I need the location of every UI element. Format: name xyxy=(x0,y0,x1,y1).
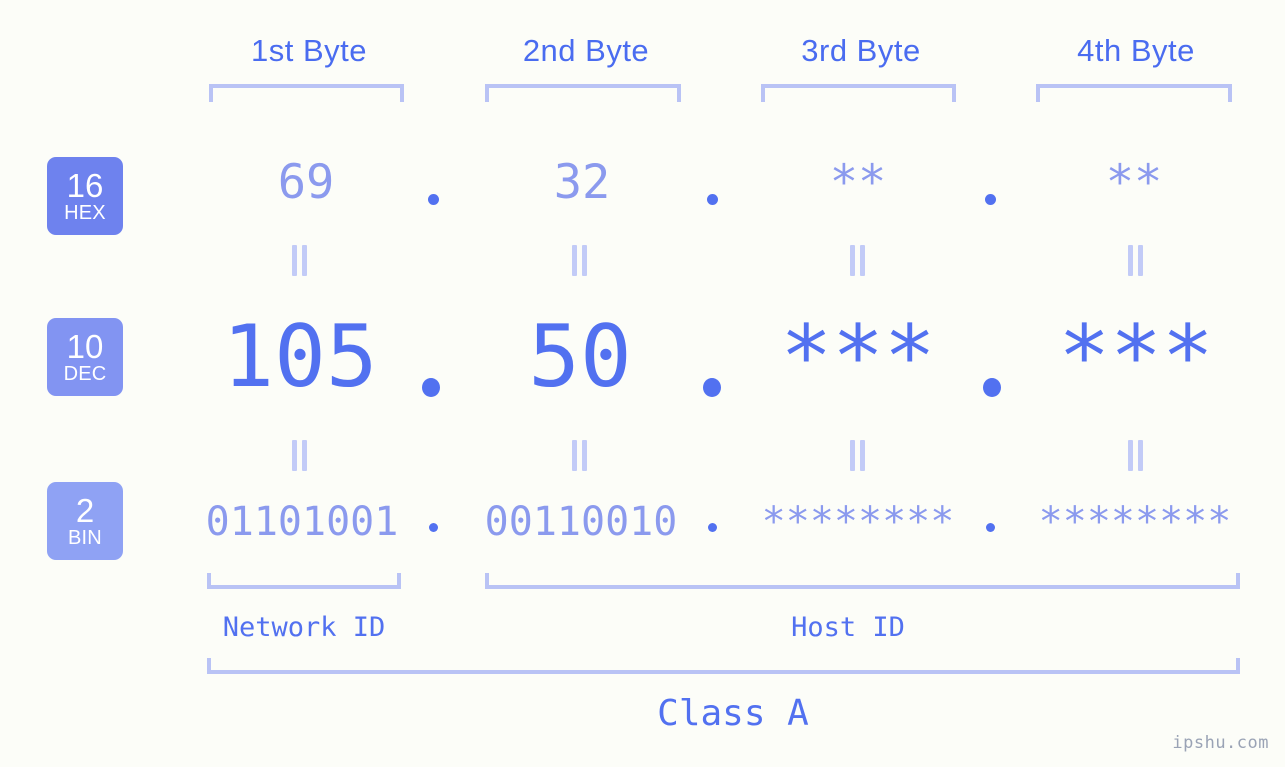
byte-bracket-1 xyxy=(209,84,404,102)
base-badge-hex-number: 16 xyxy=(66,166,104,204)
bin-dot-separator-1 xyxy=(429,523,438,532)
class-bracket xyxy=(207,658,1240,674)
byte-header-2: 2nd Byte xyxy=(522,33,650,68)
watermark: ipshu.com xyxy=(1172,733,1269,753)
base-badge-bin-name: BIN xyxy=(68,526,102,549)
bin-byte-3: ******** xyxy=(761,499,955,545)
hex-byte-3: ** xyxy=(829,155,887,210)
hex-byte-4: ** xyxy=(1105,155,1163,210)
equals-icon-hex-dec-3 xyxy=(850,245,866,276)
byte-bracket-4 xyxy=(1036,84,1232,102)
host-id-label: Host ID xyxy=(791,612,905,643)
equals-icon-dec-bin-2 xyxy=(572,440,588,471)
equals-icon-dec-bin-1 xyxy=(292,440,308,471)
dec-dot-separator-2 xyxy=(703,378,721,397)
byte-header-1: 1st Byte xyxy=(251,33,367,68)
hex-dot-separator-2 xyxy=(707,194,718,205)
bin-dot-separator-2 xyxy=(708,523,717,532)
hex-byte-1: 69 xyxy=(277,155,335,210)
dec-byte-3: *** xyxy=(780,307,936,407)
bin-byte-2: 00110010 xyxy=(484,499,678,545)
byte-header-4: 4th Byte xyxy=(1077,33,1195,68)
base-badge-dec-number: 10 xyxy=(66,327,104,365)
dec-byte-1: 105 xyxy=(222,307,378,407)
class-label: Class A xyxy=(657,693,809,734)
equals-icon-dec-bin-3 xyxy=(850,440,866,471)
dec-dot-separator-3 xyxy=(983,378,1001,397)
ip-byte-diagram: 1st Byte 2nd Byte 3rd Byte 4th Byte 16 H… xyxy=(0,0,1285,767)
byte-bracket-2 xyxy=(485,84,681,102)
hex-byte-2: 32 xyxy=(553,155,611,210)
host-id-bracket xyxy=(485,573,1240,589)
hex-dot-separator-1 xyxy=(428,194,439,205)
dec-byte-4: *** xyxy=(1058,307,1214,407)
byte-header-3: 3rd Byte xyxy=(801,33,921,68)
base-badge-dec-name: DEC xyxy=(63,362,107,385)
network-id-bracket xyxy=(207,573,401,589)
base-badge-hex: 16 HEX xyxy=(47,157,123,235)
equals-icon-hex-dec-1 xyxy=(292,245,308,276)
base-badge-hex-name: HEX xyxy=(64,201,106,224)
dec-byte-2: 50 xyxy=(528,307,632,407)
network-id-label: Network ID xyxy=(222,612,386,643)
dec-dot-separator-1 xyxy=(422,378,440,397)
bin-dot-separator-3 xyxy=(986,523,995,532)
bin-byte-4: ******** xyxy=(1038,499,1232,545)
hex-dot-separator-3 xyxy=(985,194,996,205)
base-badge-bin: 2 BIN xyxy=(47,482,123,560)
byte-bracket-3 xyxy=(761,84,956,102)
base-badge-bin-number: 2 xyxy=(75,491,95,529)
base-badge-dec: 10 DEC xyxy=(47,318,123,396)
equals-icon-dec-bin-4 xyxy=(1128,440,1144,471)
bin-byte-1: 01101001 xyxy=(205,499,399,545)
equals-icon-hex-dec-2 xyxy=(572,245,588,276)
equals-icon-hex-dec-4 xyxy=(1128,245,1144,276)
